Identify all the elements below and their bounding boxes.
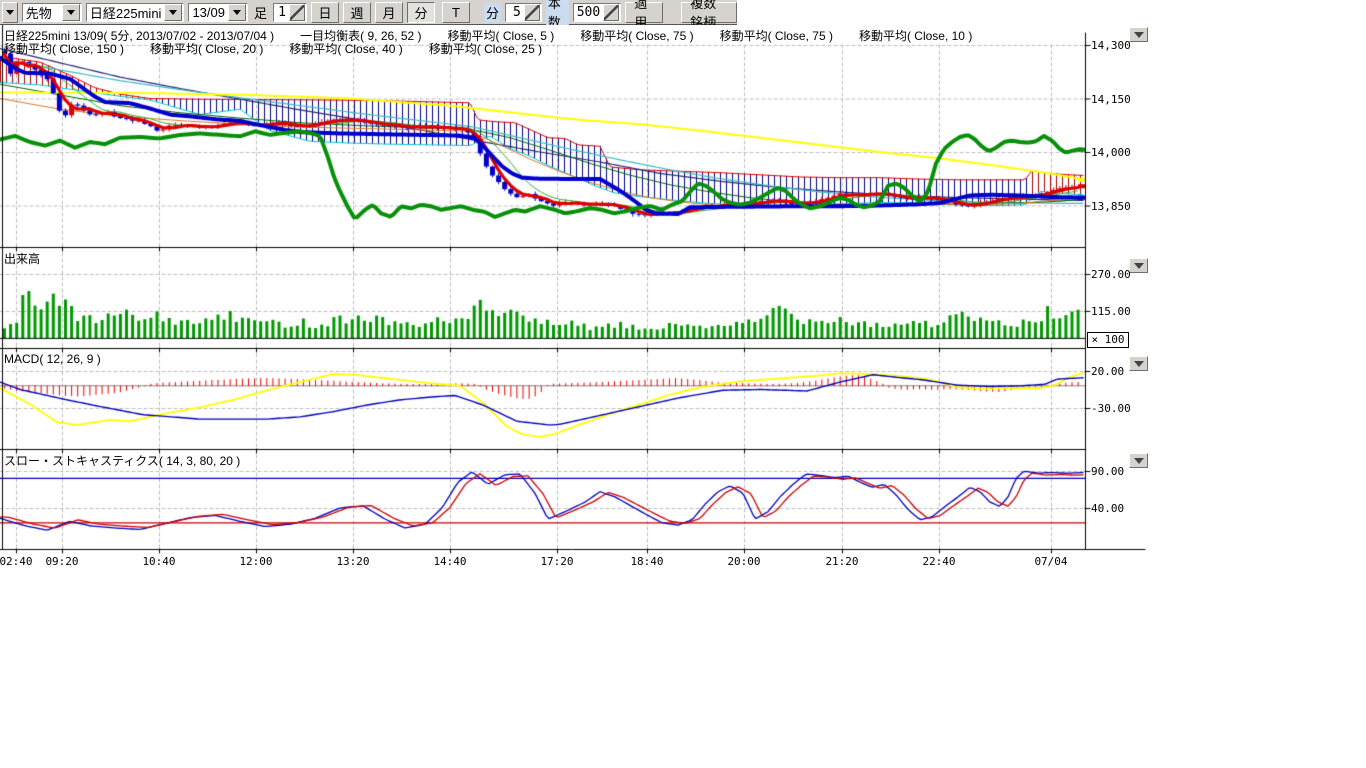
chart-application-window: 先物 日経225mini 13/09 足 1 日 週 月 分 T 分 5 本数 … [0,0,1366,768]
volume-multiplier-badge: × 100 [1087,332,1129,348]
x-axis-tick-label: 09:20 [45,555,78,568]
x-axis-tick-label: 18:40 [630,555,663,568]
chart-area: 日経225mini 13/09( 5分, 2013/07/02 - 2013/0… [0,25,1366,768]
bar-count-value: 500 [574,5,603,20]
bar-count-spinner[interactable]: 500 [573,3,621,22]
macd-panel-label: MACD( 12, 26, 9 ) [4,352,101,366]
chevron-down-icon [1134,263,1144,269]
x-axis-tick-label: 20:00 [727,555,760,568]
legend-item: 移動平均( Close, 20 ) [150,42,263,56]
contract-month-value: 13/09 [189,5,228,20]
tick-chart-button[interactable]: T [442,2,470,23]
legend-item: 移動平均( Close, 75 ) [580,29,693,43]
x-axis-tick-label: 13:20 [336,555,369,568]
period-month-button[interactable]: 月 [375,2,403,23]
legend-item: 移動平均( Close, 75 ) [720,29,833,43]
toolbar: 先物 日経225mini 13/09 足 1 日 週 月 分 T 分 5 本数 … [0,0,737,25]
x-axis-tick-label: 07/04 [1034,555,1067,568]
chevron-down-icon[interactable] [62,4,80,21]
contract-month-select[interactable]: 13/09 [188,3,248,22]
main-panel-menu-button[interactable] [1129,27,1148,42]
stoch-panel-label: スロー・ストキャスティクス( 14, 3, 80, 20 ) [4,452,240,469]
legend-item: 移動平均( Close, 40 ) [289,42,402,56]
y-axis-tick-label: 40.00 [1091,502,1124,515]
chevron-down-icon [1134,32,1144,38]
bar-interval-value: 1 [274,5,289,20]
apply-button[interactable]: 適用 [625,2,663,23]
spin-icon[interactable] [603,4,619,21]
x-axis-tick-label: 14:40 [433,555,466,568]
y-axis-tick-label: 14,150 [1091,93,1131,106]
spin-icon[interactable] [524,4,540,21]
y-axis-tick-label: 13,850 [1091,200,1131,213]
bar-label: 足 [252,3,269,22]
legend-item: 移動平均( Close, 25 ) [429,42,542,56]
x-axis-tick-label: 17:20 [540,555,573,568]
y-axis-tick-label: 14,300 [1091,39,1131,52]
spin-icon[interactable] [289,4,305,21]
x-axis-tick-label: 22:40 [922,555,955,568]
legend-item: 移動平均( Close, 150 ) [4,42,124,56]
instrument-type-select[interactable]: 先物 [22,3,82,22]
chevron-down-icon [1134,458,1144,464]
symbol-select[interactable]: 日経225mini [86,3,185,22]
indicator-legend-line2: 移動平均( Close, 150 ) 移動平均( Close, 20 ) 移動平均(… [4,40,568,57]
bar-interval-spinner[interactable]: 1 [273,3,307,22]
y-axis-tick-label: 115.00 [1091,305,1131,318]
y-axis-tick-label: 270.00 [1091,268,1131,281]
minute-spinner[interactable]: 5 [505,3,542,22]
chevron-down-icon [1134,361,1144,367]
chevron-down-icon[interactable] [164,4,182,21]
legend-item: 移動平均( Close, 10 ) [859,29,972,43]
x-axis-tick-label: 10:40 [142,555,175,568]
stoch-panel-menu-button[interactable] [1129,453,1148,468]
chevron-down-icon [6,10,14,15]
minute-label: 分 [484,3,501,22]
period-minute-button[interactable]: 分 [407,2,435,23]
y-axis-tick-label: 20.00 [1091,365,1124,378]
y-axis-tick-label: 90.00 [1091,465,1124,478]
symbol-value: 日経225mini [87,3,165,22]
period-day-button[interactable]: 日 [311,2,339,23]
y-axis-tick-label: 14,000 [1091,146,1131,159]
price-chart-canvas [0,25,1150,585]
instrument-type-value: 先物 [23,3,62,22]
toolbar-menu-dropdown[interactable] [2,2,18,23]
multi-symbol-button[interactable]: 複数銘柄 [681,2,737,23]
x-axis-tick-label: 12:00 [239,555,272,568]
period-week-button[interactable]: 週 [343,2,371,23]
macd-panel-menu-button[interactable] [1129,356,1148,371]
volume-panel-label: 出来高 [4,250,40,267]
x-axis-tick-label: 02:40 [0,555,33,568]
x-axis-tick-label: 21:20 [825,555,858,568]
y-axis-tick-label: -30.00 [1091,402,1131,415]
minute-value: 5 [506,5,524,20]
chevron-down-icon[interactable] [228,4,246,21]
volume-panel-menu-button[interactable] [1129,258,1148,273]
